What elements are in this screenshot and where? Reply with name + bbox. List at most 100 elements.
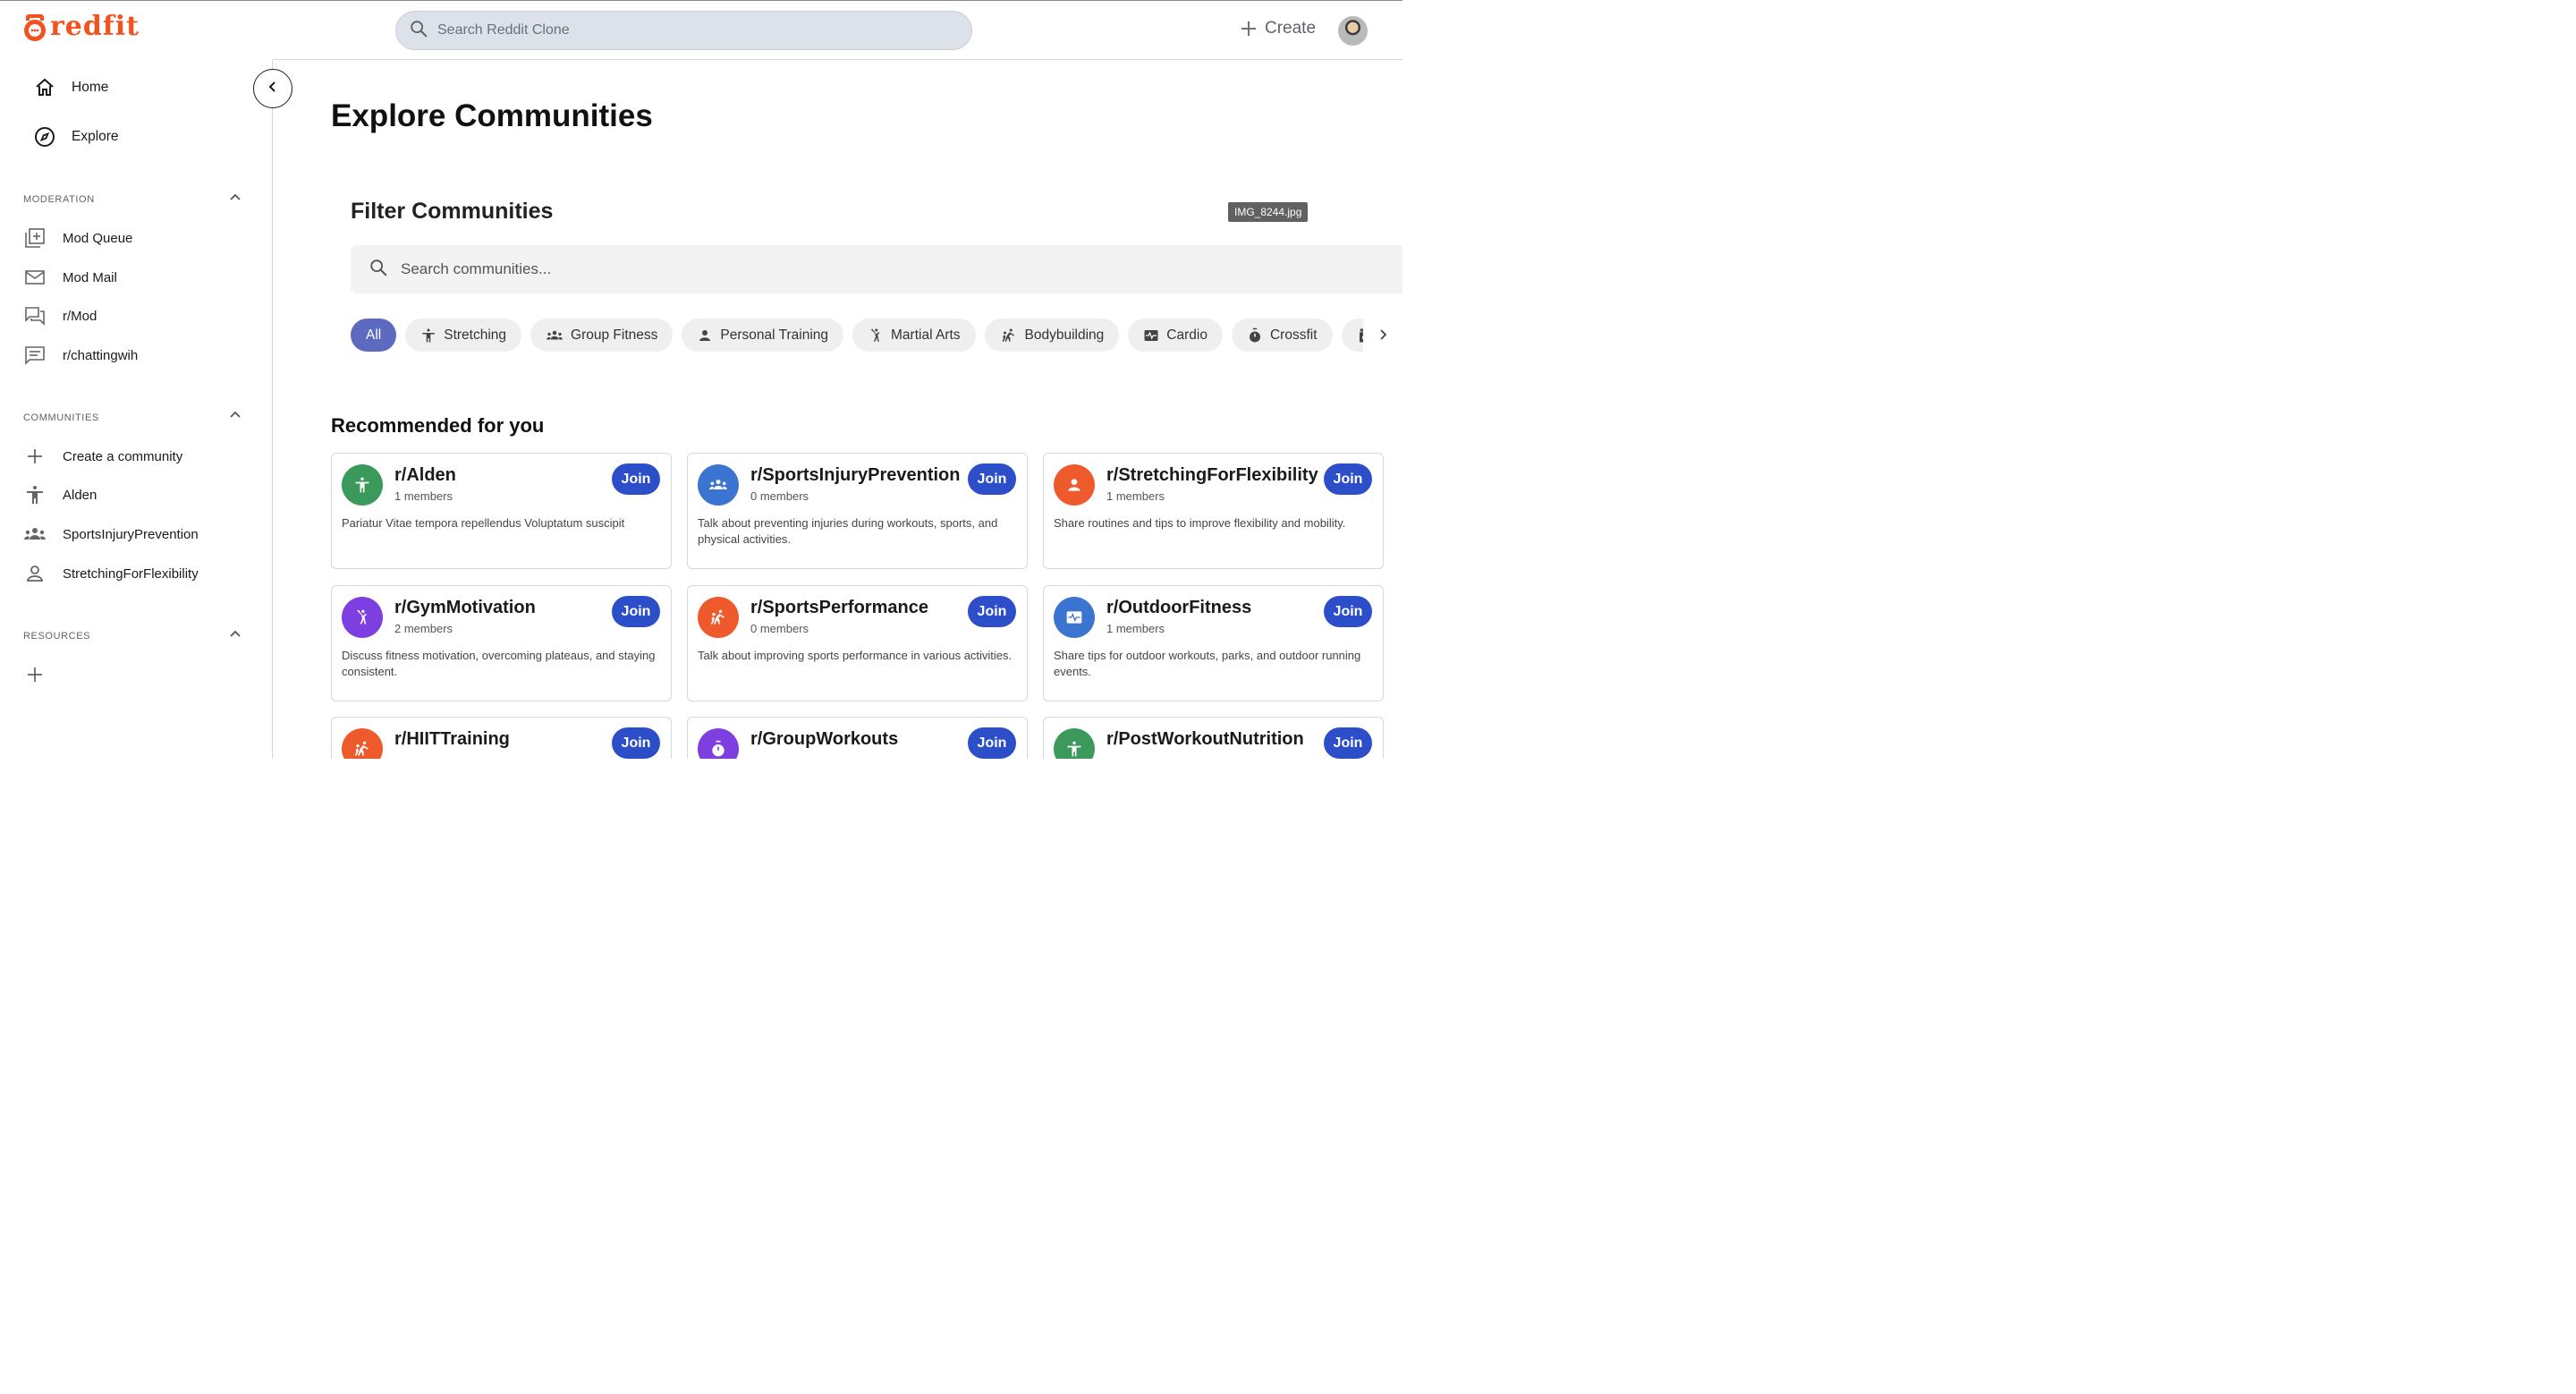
- community-card[interactable]: r/OutdoorFitness 1 members Join Share ti…: [1043, 585, 1384, 701]
- sidebar-item-label: Home: [72, 80, 109, 95]
- martial-arts-icon: [342, 597, 383, 638]
- chevron-right-icon[interactable]: [1376, 327, 1390, 342]
- community-card[interactable]: r/GroupWorkouts Join: [687, 717, 1028, 759]
- chip-label: Cardio: [1166, 327, 1208, 343]
- person-icon: [697, 327, 713, 344]
- global-search-input[interactable]: Search Reddit Clone: [395, 11, 972, 50]
- community-card[interactable]: r/HIITTraining Join: [331, 717, 672, 759]
- join-button[interactable]: Join: [968, 463, 1016, 495]
- sidebar-item-label: Create a community: [63, 448, 183, 464]
- accessibility-icon: [1054, 728, 1095, 759]
- community-card[interactable]: r/SportsInjuryPrevention 0 members Join …: [687, 453, 1028, 569]
- community-name[interactable]: r/SportsPerformance: [750, 598, 928, 618]
- sidebar-item-r-chattingwih[interactable]: r/chattingwih: [23, 344, 138, 367]
- community-name[interactable]: r/SportsInjuryPrevention: [750, 465, 961, 486]
- add-resource-button[interactable]: [23, 663, 63, 686]
- image-tooltip: IMG_8244.jpg: [1228, 202, 1309, 222]
- plus-icon: [23, 445, 47, 468]
- forum-icon: [23, 304, 47, 327]
- sidebar-item-mod-queue[interactable]: Mod Queue: [23, 226, 132, 250]
- global-search-placeholder: Search Reddit Clone: [437, 22, 570, 38]
- chip-martial-arts[interactable]: Martial Arts: [852, 319, 976, 352]
- join-button[interactable]: Join: [612, 463, 660, 495]
- accessibility-icon: [23, 483, 47, 506]
- chip-label: Martial Arts: [891, 327, 961, 343]
- join-button[interactable]: Join: [1324, 463, 1372, 495]
- sidebar-item-explore[interactable]: Explore: [32, 124, 119, 149]
- communities-section-title: COMMUNITIES: [23, 412, 99, 423]
- join-button[interactable]: Join: [968, 727, 1016, 759]
- join-button[interactable]: Join: [612, 727, 660, 759]
- community-description: Discuss fitness motivation, overcoming p…: [342, 649, 656, 678]
- community-name[interactable]: r/GymMotivation: [394, 598, 536, 618]
- sidebar-item-stretchingforflexibility[interactable]: StretchingForFlexibility: [23, 562, 199, 585]
- community-search-placeholder: Search communities...: [401, 260, 552, 277]
- join-button[interactable]: Join: [612, 596, 660, 627]
- timer-icon: [1247, 327, 1263, 344]
- mod-queue-icon: [23, 226, 47, 250]
- chevron-up-icon[interactable]: [228, 627, 242, 642]
- sidebar-item-create-community[interactable]: Create a community: [23, 445, 182, 468]
- chip-label: Group Fitness: [571, 327, 658, 343]
- chip-label: All: [366, 327, 382, 343]
- compass-icon: [32, 124, 57, 149]
- groups-icon: [23, 523, 47, 546]
- chip-bodybuilding[interactable]: Bodybuilding: [984, 319, 1120, 352]
- logo[interactable]: redfit: [21, 12, 140, 42]
- community-name[interactable]: r/StretchingForFlexibility: [1106, 465, 1318, 486]
- chevron-up-icon[interactable]: [228, 191, 242, 205]
- community-name[interactable]: r/Alden: [394, 465, 456, 486]
- sidebar-item-label: Mod Queue: [63, 230, 133, 246]
- community-name[interactable]: r/GroupWorkouts: [750, 729, 898, 750]
- chip-more-category[interactable]: [1341, 319, 1363, 352]
- join-button[interactable]: Join: [1324, 727, 1372, 759]
- logo-text: redfit: [50, 11, 140, 42]
- community-name[interactable]: r/OutdoorFitness: [1106, 598, 1251, 618]
- user-avatar[interactable]: [1338, 16, 1368, 46]
- community-card[interactable]: r/SportsPerformance 0 members Join Talk …: [687, 585, 1028, 701]
- sidebar-item-label: r/chattingwih: [63, 347, 139, 363]
- sidebar-item-label: Mod Mail: [63, 269, 117, 285]
- community-card[interactable]: r/Alden 1 members Join Pariatur Vitae te…: [331, 453, 672, 569]
- chip-all[interactable]: All: [351, 319, 397, 352]
- community-card[interactable]: r/GymMotivation 2 members Join Discuss f…: [331, 585, 672, 701]
- create-button[interactable]: Create: [1240, 19, 1316, 38]
- sidebar-item-alden[interactable]: Alden: [23, 483, 97, 506]
- community-search-input[interactable]: Search communities...: [351, 245, 1402, 293]
- chip-personal-training[interactable]: Personal Training: [682, 319, 844, 352]
- collapse-sidebar-button[interactable]: [253, 69, 292, 108]
- sidebar-item-mod-mail[interactable]: Mod Mail: [23, 266, 117, 289]
- sidebar-item-sportsinjuryprevention[interactable]: SportsInjuryPrevention: [23, 523, 199, 546]
- member-count: 2 members: [394, 622, 453, 635]
- martial-arts-icon: [868, 327, 884, 344]
- community-description: Share routines and tips to improve flexi…: [1054, 516, 1346, 530]
- member-count: 0 members: [750, 622, 809, 635]
- community-name[interactable]: r/PostWorkoutNutrition: [1106, 729, 1304, 750]
- join-button[interactable]: Join: [1324, 596, 1372, 627]
- left-sidebar: Home Explore MODERATION Mod Queue Mod Ma…: [0, 60, 273, 759]
- member-count: 0 members: [750, 489, 809, 503]
- header-divider: [273, 59, 1402, 60]
- chip-label: Crossfit: [1269, 327, 1318, 343]
- community-name[interactable]: r/HIITTraining: [394, 729, 510, 750]
- chip-cardio[interactable]: Cardio: [1128, 319, 1223, 352]
- plus-icon: [23, 663, 47, 686]
- chip-stretching[interactable]: Stretching: [405, 319, 522, 352]
- join-button[interactable]: Join: [968, 596, 1016, 627]
- community-card[interactable]: r/PostWorkoutNutrition Join: [1043, 717, 1384, 759]
- sidebar-item-home[interactable]: Home: [32, 75, 108, 100]
- sidebar-item-label: SportsInjuryPrevention: [63, 526, 199, 542]
- plus-icon: [1240, 20, 1258, 38]
- chip-group-fitness[interactable]: Group Fitness: [530, 319, 674, 352]
- kettlebell-logo-icon: [21, 12, 48, 42]
- chip-crossfit[interactable]: Crossfit: [1231, 319, 1333, 352]
- home-icon: [32, 75, 57, 100]
- person-icon: [1054, 464, 1095, 506]
- accessibility-icon: [342, 464, 383, 506]
- community-description: Share tips for outdoor workouts, parks, …: [1054, 649, 1361, 678]
- community-card[interactable]: r/StretchingForFlexibility 1 members Joi…: [1043, 453, 1384, 569]
- sidebar-item-r-mod[interactable]: r/Mod: [23, 304, 97, 327]
- chevron-up-icon[interactable]: [228, 408, 242, 422]
- page-title: Explore Communities: [331, 98, 653, 133]
- monitor-heart-icon: [1054, 597, 1095, 638]
